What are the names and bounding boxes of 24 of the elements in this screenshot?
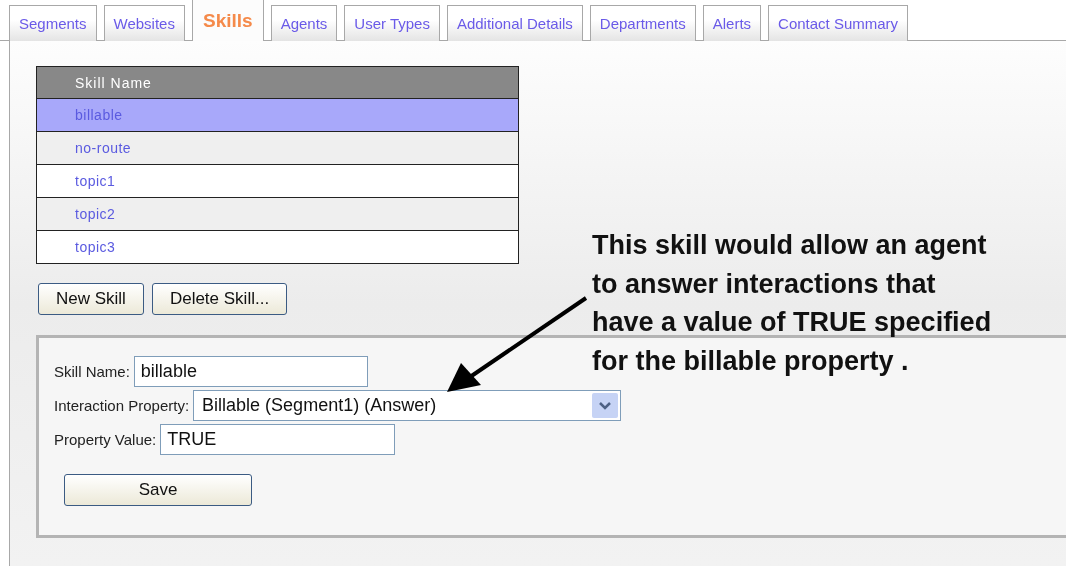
field-label: Skill Name: — [54, 362, 130, 380]
annotation-text: This skill would allow an agent to answer interactions that have a value of TRUE specified for the billable property . — [592, 229, 992, 378]
input-field[interactable]: TRUE — [160, 423, 396, 455]
skill-row[interactable]: topic1 — [37, 165, 518, 198]
skill-button[interactable]: New Skill — [38, 283, 144, 315]
save-button[interactable]: Save — [64, 474, 252, 506]
tab[interactable]: Agents — [270, 5, 338, 41]
field-label: Interaction Property: — [54, 396, 190, 414]
tab[interactable]: Contact Summary — [768, 5, 909, 41]
tab[interactable]: Websites — [103, 5, 185, 41]
tab[interactable]: User Types — [344, 5, 440, 41]
skill-row[interactable]: topic3 — [37, 231, 518, 264]
skill-row[interactable]: no-route — [37, 132, 518, 165]
skill-button[interactable]: Delete Skill... — [151, 283, 288, 315]
skill-row[interactable]: topic2 — [37, 198, 518, 231]
skill-row[interactable]: billable — [37, 99, 518, 132]
tab[interactable]: Segments — [9, 5, 97, 41]
tab[interactable]: Alerts — [702, 5, 762, 41]
dropdown[interactable]: Billable (Segment1) (Answer) — [193, 389, 622, 421]
input-field[interactable]: billable — [133, 355, 368, 387]
tab[interactable]: Departments — [589, 5, 696, 41]
field-label: Property Value: — [54, 430, 157, 448]
column-header: Skill Name — [37, 67, 518, 99]
tab[interactable]: Additional Details — [446, 5, 583, 41]
